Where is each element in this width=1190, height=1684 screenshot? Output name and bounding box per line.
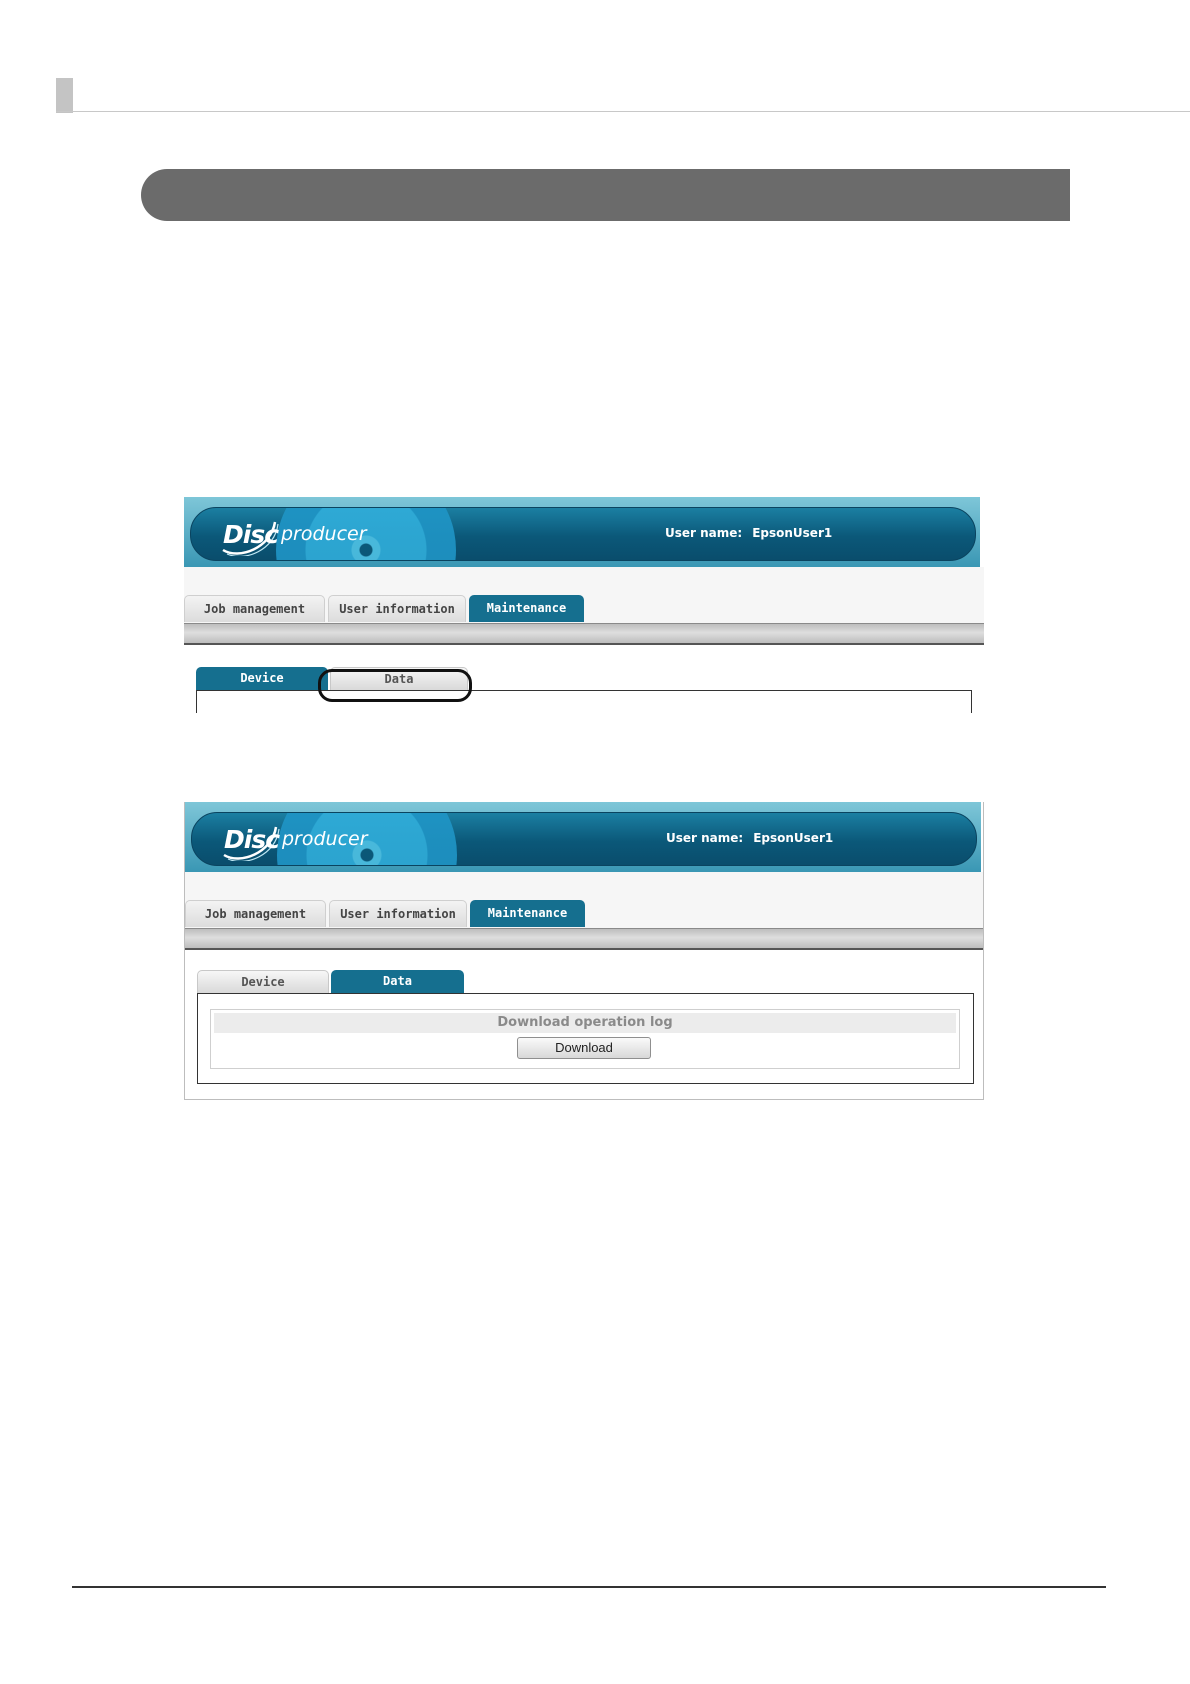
user-name-value: EpsonUser1: [753, 831, 834, 845]
tab-user-information[interactable]: User information: [328, 595, 466, 622]
logo-producer-text: producer: [282, 828, 368, 850]
content-frame: [196, 690, 972, 713]
operation-log-title: Download operation log: [214, 1013, 956, 1033]
subtab-device[interactable]: Device: [197, 970, 329, 993]
tab-maintenance[interactable]: Maintenance: [470, 900, 585, 927]
data-panel: Download operation log Download: [197, 993, 974, 1084]
app-banner: Disc producer User name: EpsonUser1: [185, 802, 981, 872]
user-name-label: User name:: [665, 526, 743, 540]
banner-pill: Disc producer User name: EpsonUser1: [191, 812, 977, 866]
subtab-data[interactable]: Data: [330, 667, 468, 690]
subtab-device[interactable]: Device: [196, 667, 328, 690]
banner-pill: Disc producer User name: EpsonUser1: [190, 507, 976, 561]
footer-rule: [72, 1586, 1106, 1588]
tab-job-management[interactable]: Job management: [184, 595, 325, 622]
section-heading-bar: [141, 169, 1070, 221]
subtab-data[interactable]: Data: [331, 970, 464, 993]
screenshot-after: Disc producer User name: EpsonUser1 Job m…: [184, 802, 984, 1100]
main-tab-bar: Job management User information Maintena…: [185, 872, 983, 928]
logo-disc-text: Disc: [223, 520, 279, 549]
header-rule: [56, 111, 1190, 112]
tab-divider-band: [184, 623, 984, 645]
tab-user-information[interactable]: User information: [329, 900, 467, 927]
user-name-value: EpsonUser1: [752, 526, 833, 540]
logo-disc-text: Disc: [224, 825, 280, 854]
tab-divider-band: [185, 928, 983, 950]
user-name-label: User name:: [666, 831, 744, 845]
user-name-display: User name: EpsonUser1: [665, 526, 832, 540]
tab-maintenance[interactable]: Maintenance: [469, 595, 584, 622]
operation-log-section: Download operation log Download: [210, 1009, 960, 1069]
logo-producer-text: producer: [281, 523, 367, 545]
download-button[interactable]: Download: [517, 1037, 651, 1059]
app-banner: Disc producer User name: EpsonUser1: [184, 497, 980, 567]
screenshot-before: Disc producer User name: EpsonUser1 Job m…: [184, 497, 984, 713]
page-marker: [56, 78, 73, 113]
user-name-display: User name: EpsonUser1: [666, 831, 833, 845]
main-tab-bar: Job management User information Maintena…: [184, 567, 984, 623]
tab-job-management[interactable]: Job management: [185, 900, 326, 927]
